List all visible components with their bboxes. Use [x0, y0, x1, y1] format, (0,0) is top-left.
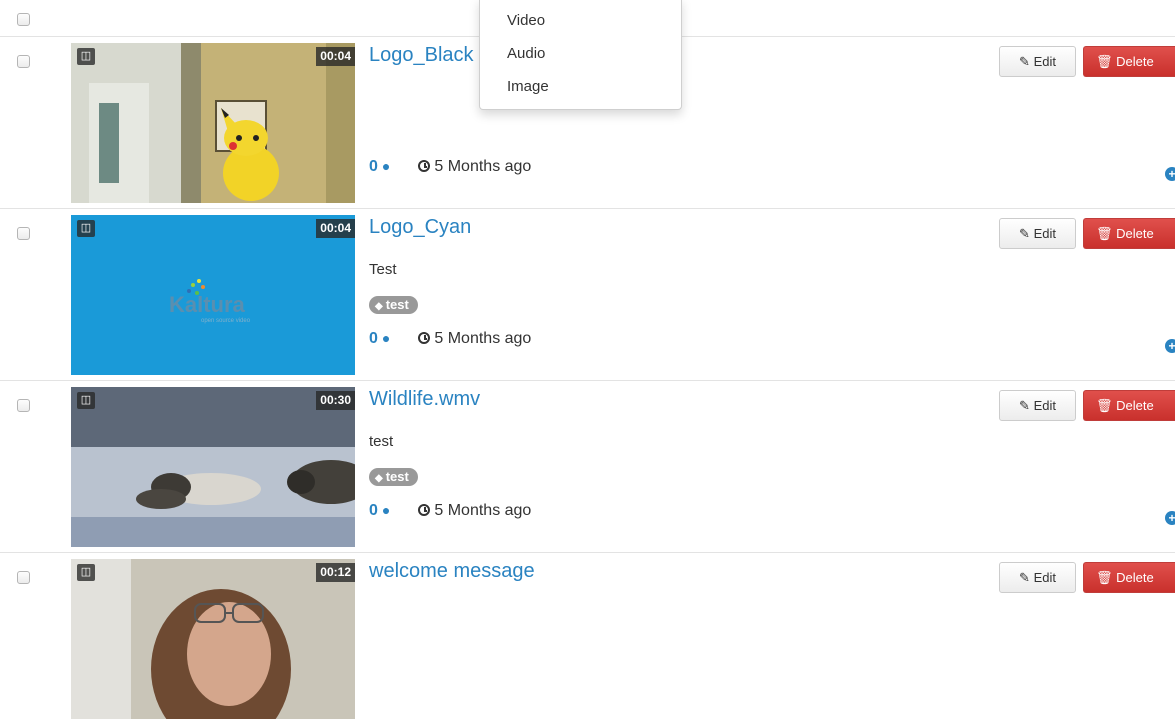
- delete-label: Delete: [1116, 398, 1154, 413]
- edit-button[interactable]: ✎ Edit: [999, 390, 1076, 421]
- add-icon[interactable]: +: [1165, 167, 1175, 181]
- clock-icon: [418, 160, 431, 172]
- film-icon: ◫: [77, 220, 95, 237]
- edit-button[interactable]: ✎ Edit: [999, 218, 1076, 249]
- comment-icon[interactable]: ●: [382, 502, 390, 518]
- duration-badge: 00:12: [316, 563, 355, 582]
- delete-button[interactable]: 🗑 Delete: [1083, 562, 1175, 593]
- comment-count[interactable]: 0: [369, 502, 378, 519]
- thumbnail-image: [71, 559, 355, 719]
- entry-meta: 0 ● 5 Months ago: [369, 158, 531, 176]
- dropdown-item-audio[interactable]: Audio: [507, 45, 545, 62]
- delete-label: Delete: [1116, 226, 1154, 241]
- comment-icon[interactable]: ●: [382, 330, 390, 346]
- thumbnail-image: 118: [71, 43, 355, 203]
- duration-badge: 00:04: [316, 219, 355, 238]
- tag-badge[interactable]: ◆ test: [369, 468, 418, 486]
- pencil-icon: ✎: [1019, 54, 1030, 69]
- entry-checkbox[interactable]: [17, 55, 30, 68]
- tag-icon: ◆: [375, 301, 383, 312]
- entry-title[interactable]: welcome message: [369, 560, 535, 583]
- entry-meta: 0 ● 5 Months ago: [369, 330, 531, 348]
- entry-title[interactable]: Logo_Cyan: [369, 216, 471, 239]
- thumbnail-image: Kaltura open source video: [71, 215, 355, 375]
- entry-title[interactable]: Logo_Black: [369, 44, 474, 67]
- delete-button[interactable]: 🗑 Delete: [1083, 218, 1175, 249]
- entry-description: test: [369, 433, 394, 450]
- edit-label: Edit: [1033, 398, 1056, 413]
- delete-label: Delete: [1116, 54, 1154, 69]
- edit-button[interactable]: ✎ Edit: [999, 46, 1076, 77]
- tag-label: test: [385, 297, 409, 312]
- thumbnail-image: [71, 387, 355, 547]
- trash-icon: 🗑: [1096, 570, 1113, 585]
- pencil-icon: ✎: [1019, 570, 1030, 585]
- entry-checkbox[interactable]: [17, 227, 30, 240]
- trash-icon: 🗑: [1096, 226, 1113, 241]
- add-icon[interactable]: +: [1165, 511, 1175, 525]
- entry-time: 5 Months ago: [434, 502, 532, 519]
- entry-description: Test: [369, 261, 397, 278]
- clock-icon: [418, 332, 431, 344]
- media-type-dropdown: Video Audio Image: [479, 0, 682, 110]
- entry-time: 5 Months ago: [434, 158, 532, 175]
- trash-icon: 🗑: [1096, 398, 1113, 413]
- clock-icon: [418, 504, 431, 516]
- entry-row: Kaltura open source video ◫ 00:04 Logo_C…: [0, 208, 1175, 381]
- edit-label: Edit: [1033, 570, 1056, 585]
- tag-badge[interactable]: ◆ test: [369, 296, 418, 314]
- duration-badge: 00:04: [316, 47, 355, 66]
- select-all-checkbox[interactable]: [17, 13, 30, 26]
- film-icon: ◫: [77, 48, 95, 65]
- entry-time: 5 Months ago: [434, 330, 532, 347]
- delete-label: Delete: [1116, 570, 1154, 585]
- svg-text:open source video: open source video: [201, 318, 251, 324]
- dropdown-item-image[interactable]: Image: [507, 78, 549, 95]
- tag-icon: ◆: [375, 473, 383, 484]
- entry-meta: 0 ● 5 Months ago: [369, 502, 531, 520]
- entry-checkbox[interactable]: [17, 571, 30, 584]
- svg-text:Kaltura: Kaltura: [169, 292, 246, 317]
- entry-title[interactable]: Wildlife.wmv: [369, 388, 480, 411]
- entry-checkbox[interactable]: [17, 399, 30, 412]
- entry-thumbnail[interactable]: 118 ◫ 00:04: [71, 43, 355, 203]
- tag-label: test: [385, 469, 409, 484]
- edit-button[interactable]: ✎ Edit: [999, 562, 1076, 593]
- comment-icon[interactable]: ●: [382, 158, 390, 174]
- entry-row: ◫ 00:12 welcome message ✎ Edit 🗑 Delete: [0, 552, 1175, 719]
- entry-thumbnail[interactable]: ◫ 00:30: [71, 387, 355, 547]
- trash-icon: 🗑: [1096, 54, 1113, 69]
- entry-thumbnail[interactable]: ◫ 00:12: [71, 559, 355, 719]
- film-icon: ◫: [77, 564, 95, 581]
- delete-button[interactable]: 🗑 Delete: [1083, 46, 1175, 77]
- comment-count[interactable]: 0: [369, 158, 378, 175]
- delete-button[interactable]: 🗑 Delete: [1083, 390, 1175, 421]
- entry-thumbnail[interactable]: Kaltura open source video ◫ 00:04: [71, 215, 355, 375]
- film-icon: ◫: [77, 392, 95, 409]
- entry-row: ◫ 00:30 Wildlife.wmv test ◆ test 0 ● 5 Mont…: [0, 380, 1175, 553]
- pencil-icon: ✎: [1019, 226, 1030, 241]
- add-icon[interactable]: +: [1165, 339, 1175, 353]
- comment-count[interactable]: 0: [369, 330, 378, 347]
- edit-label: Edit: [1033, 226, 1056, 241]
- pencil-icon: ✎: [1019, 398, 1030, 413]
- edit-label: Edit: [1033, 54, 1056, 69]
- duration-badge: 00:30: [316, 391, 355, 410]
- dropdown-item-video[interactable]: Video: [507, 12, 545, 29]
